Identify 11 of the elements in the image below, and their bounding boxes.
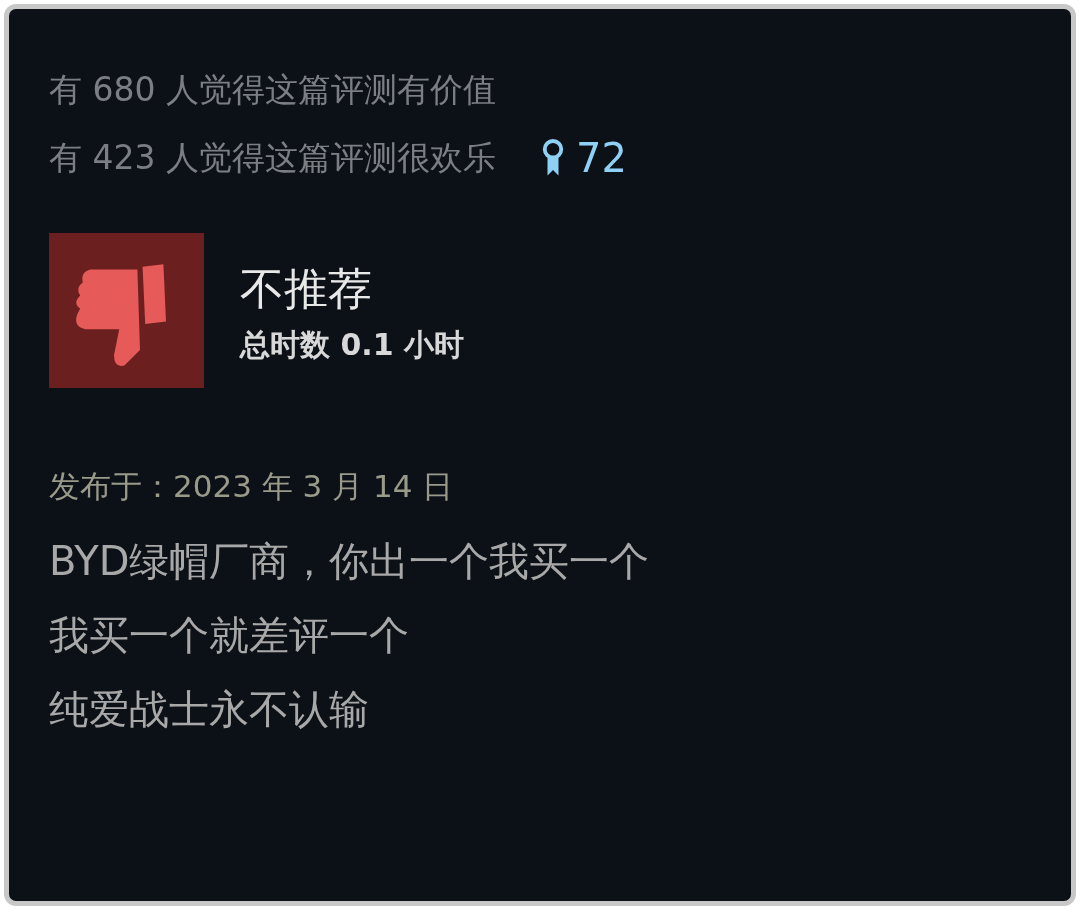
review-text-line: 我买一个就差评一个 — [49, 611, 410, 660]
award-ribbon-icon — [541, 138, 564, 178]
posted-date: 发布于：2023 年 3 月 14 日 — [49, 467, 455, 506]
verdict-title: 不推荐 — [240, 262, 373, 316]
review-text-line: 纯爱战士永不认输 — [49, 685, 370, 734]
funny-count-text: 有 423 人觉得这篇评测很欢乐 — [49, 137, 496, 179]
award-button[interactable]: 72 — [541, 135, 627, 181]
award-count: 72 — [575, 135, 627, 181]
playtime-text: 总时数 0.1 小时 — [240, 326, 465, 364]
helpful-count-text: 有 680 人觉得这篇评测有价值 — [49, 69, 497, 111]
review-text-line: BYD绿帽厂商，你出一个我买一个 — [49, 537, 651, 586]
